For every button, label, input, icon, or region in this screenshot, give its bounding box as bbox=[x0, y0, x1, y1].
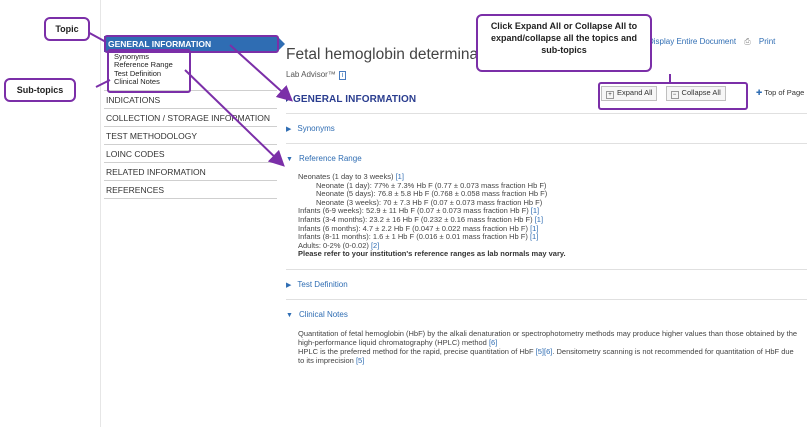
clinical-notes-content: Quantitation of fetal hemoglobin (HbF) b… bbox=[286, 329, 798, 365]
reference-note-text: Please refer to your institution's refer… bbox=[298, 249, 566, 259]
expand-collapse-callout: Click Expand All or Collapse All to expa… bbox=[476, 14, 652, 72]
section-synonyms[interactable]: ▶ Synonyms bbox=[286, 124, 807, 133]
subtopics-highlight bbox=[107, 49, 191, 93]
expand-collapse-highlight bbox=[598, 82, 748, 110]
citation-link[interactable]: [5] bbox=[356, 356, 364, 365]
topic-callout: Topic bbox=[44, 17, 90, 41]
citation-link[interactable]: [5][6] bbox=[536, 347, 553, 356]
section-synonyms-label: Synonyms bbox=[297, 124, 335, 133]
clinical-notes-text: HPLC is the preferred method for the rap… bbox=[298, 346, 534, 356]
divider bbox=[286, 298, 807, 300]
sidebar-item-collection-storage[interactable]: COLLECTION / STORAGE INFORMATION bbox=[104, 109, 277, 127]
citation-link[interactable]: [1] bbox=[530, 232, 538, 241]
subtopics-callout: Sub-topics bbox=[4, 78, 76, 102]
top-of-page-icon: ✚ bbox=[756, 88, 763, 97]
reference-note: Please refer to your institution's refer… bbox=[298, 250, 807, 259]
section-clinical-notes-label: Clinical Notes bbox=[298, 309, 348, 319]
section-reference-range[interactable]: ▼ Reference Range bbox=[286, 154, 807, 163]
clinical-notes-paragraph: Quantitation of fetal hemoglobin (HbF) b… bbox=[298, 329, 798, 347]
expand-arrow-icon: ▶ bbox=[286, 281, 292, 289]
clinical-notes-paragraph: HPLC is the preferred method for the rap… bbox=[298, 347, 798, 365]
reference-range-content: Neonates (1 day to 3 weeks) [1] Neonate … bbox=[286, 172, 807, 259]
section-clinical-notes[interactable]: ▼ Clinical Notes bbox=[286, 310, 807, 319]
section-heading-text: GENERAL INFORMATION bbox=[293, 94, 417, 105]
clinical-notes-text: Quantitation of fetal hemoglobin (HbF) b… bbox=[298, 328, 798, 347]
sidebar-item-indications[interactable]: INDICATIONS bbox=[104, 91, 277, 109]
sidebar-item-test-methodology[interactable]: TEST METHODOLOGY bbox=[104, 127, 277, 145]
lab-advisor-label: Lab Advisor™ bbox=[286, 70, 336, 79]
section-test-definition[interactable]: ▶ Test Definition bbox=[286, 280, 807, 289]
tm-info-icon[interactable]: i bbox=[338, 71, 347, 80]
divider bbox=[286, 268, 807, 270]
collapse-arrow-icon: ▼ bbox=[286, 311, 293, 319]
citation-link[interactable]: [1] bbox=[396, 172, 404, 181]
section-triangle-icon bbox=[286, 94, 291, 102]
section-reference-range-label: Reference Range bbox=[298, 154, 362, 163]
sidebar-item-references[interactable]: REFERENCES bbox=[104, 181, 277, 199]
top-of-page-label: Top of Page bbox=[764, 88, 805, 97]
section-test-definition-label: Test Definition bbox=[297, 279, 348, 289]
citation-link[interactable]: [6] bbox=[489, 338, 497, 347]
collapse-arrow-icon: ▼ bbox=[286, 156, 293, 163]
sidebar-item-loinc-codes[interactable]: LOINC CODES bbox=[104, 145, 277, 163]
sidebar-item-related-information[interactable]: RELATED INFORMATION bbox=[104, 163, 277, 181]
divider bbox=[286, 143, 807, 144]
top-of-page-link[interactable]: ✚ Top of Page bbox=[756, 88, 804, 97]
divider bbox=[286, 113, 807, 114]
expand-arrow-icon: ▶ bbox=[286, 126, 292, 133]
neonates-label: Neonates (1 day to 3 weeks) bbox=[298, 172, 394, 181]
